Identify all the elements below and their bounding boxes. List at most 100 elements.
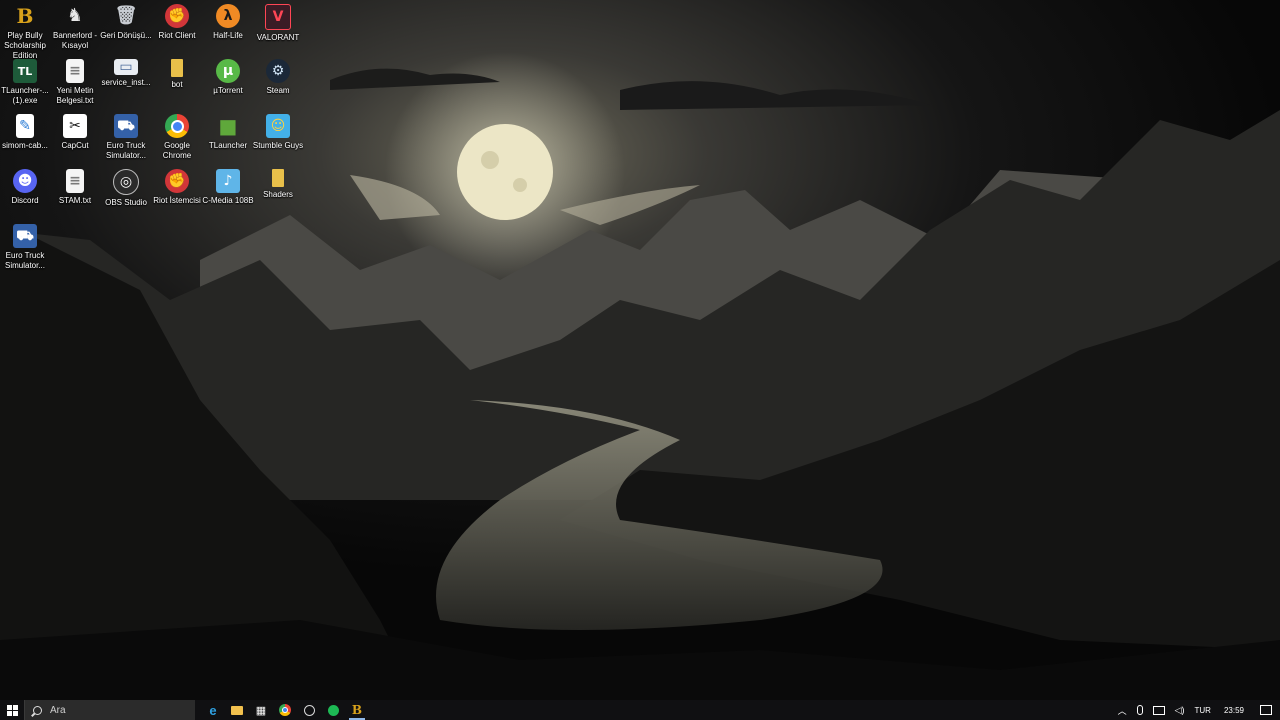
desktop-icon-label: Half-Life [213,31,243,40]
store-icon: ▦ [255,704,267,717]
desktop-icon-label: Riot Client [158,31,196,40]
steam-icon: ⚙ [266,59,290,83]
desktop-icon-label: Play Bully Scholarship Edition [4,31,46,60]
desktop-icon-label: Riot İstemcisi [153,196,201,205]
desktop-icon-capcut[interactable]: ✂ CapCut [50,114,100,151]
obs-icon: ◎ [113,169,139,195]
microphone-button[interactable] [1132,700,1148,720]
bully-icon: B [351,703,363,717]
desktop-icon-label: service_inst... [101,78,151,87]
valorant-icon: V [265,4,291,30]
desktop-icon-discord[interactable]: ☻ Discord [0,169,50,206]
file-explorer-icon [231,705,243,715]
utorrent-icon: µ [216,59,240,83]
desktop-icon-label: Stumble Guys [252,141,304,150]
taskbar-obs[interactable] [297,700,321,720]
language-indicator[interactable]: TUR [1190,700,1216,720]
desktop-icon-simom-cab[interactable]: ✎ simom-cab... [0,114,50,151]
chrome-center [170,119,184,133]
text-file-icon: ≡ [66,59,84,83]
desktop-icon-label: Yeni Metin Belgesi.txt [56,86,94,105]
search-input[interactable] [48,703,172,717]
desktop-icon-label: TLauncher [208,141,248,150]
desktop-icon-bannerlord[interactable]: ♞ Bannerlord - Kısayol [50,4,100,51]
taskbar-store[interactable]: ▦ [249,700,273,720]
c-media-icon: ♪ [216,169,240,193]
desktop-icon-label: STAM.txt [58,196,92,205]
desktop-icon-label: C-Media 108B [202,196,254,205]
desktop-icon-label: TLauncher-... (1).exe [1,86,49,105]
taskbar-file-explorer[interactable] [225,700,249,720]
desktop-wallpaper [0,0,1280,700]
volume-button[interactable]: ◁) [1170,700,1190,720]
desktop-icon-label: µTorrent [213,86,243,95]
desktop-icon-label: bot [171,80,183,89]
euro-truck-icon: ⛟ [13,224,37,248]
desktop-icon-service-installer[interactable]: ▭ service_inst... [101,59,151,88]
notification-icon [1260,705,1272,715]
taskbar-spotify[interactable] [321,700,345,720]
desktop-icon-utorrent[interactable]: µ µTorrent [203,59,253,96]
language-label: TUR [1194,705,1211,715]
desktop-icon-label: Shaders [263,190,293,199]
desktop-icon-riot-client[interactable]: ✊ Riot Client [152,4,202,41]
system-tray: ︿ ◁) TUR 23:59 [1113,700,1280,720]
folder-icon [171,59,183,77]
clock-time: 23:59 [1223,705,1244,715]
desktop-icon-euro-truck-2[interactable]: ⛟ Euro Truck Simulator... [0,224,50,271]
desktop-icon-google-chrome[interactable]: Google Chrome [152,114,202,161]
desktop-icon-label: Geri Dönüşü... [100,31,152,40]
desktop-icon-recycle-bin[interactable]: 🗑 Geri Dönüşü... [100,4,152,41]
tlauncher-icon: ■ [218,114,238,138]
desktop-icon-tlauncher-exe[interactable]: TL TLauncher-... (1).exe [0,59,50,106]
desktop-icon-label: Bannerlord - Kısayol [52,31,98,50]
spotify-icon [327,704,339,716]
speaker-icon: ◁) [1174,704,1185,715]
half-life-icon: λ [216,4,240,28]
desktop-icon-tlauncher[interactable]: ■ TLauncher [203,114,253,151]
taskbar-chrome[interactable] [273,700,297,720]
tlauncher-exe-icon: TL [13,59,37,83]
chevron-up-icon: ︿ [1117,705,1127,716]
desktop-icon-valorant[interactable]: V VALORANT [253,4,303,43]
desktop-icon-yeni-metin[interactable]: ≡ Yeni Metin Belgesi.txt [50,59,100,106]
desktop-icon-label: Euro Truck Simulator... [105,141,146,160]
file-icon: ✎ [16,114,34,138]
show-hidden-icons-button[interactable]: ︿ [1113,700,1132,720]
taskbar-search-box[interactable] [24,700,195,720]
desktop-icon-label: Google Chrome [162,141,192,160]
desktop-icon-shaders-folder[interactable]: Shaders [253,169,303,200]
chrome-icon [279,704,291,716]
bannerlord-icon: ♞ [66,5,84,26]
taskbar-edge[interactable]: e [201,700,225,720]
desktop-icon-steam[interactable]: ⚙ Steam [253,59,303,96]
clock[interactable]: 23:59 [1216,700,1252,720]
capcut-icon: ✂ [63,114,87,138]
chrome-icon [165,114,189,138]
desktop-icon-label: Euro Truck Simulator... [4,251,45,270]
taskbar: e ▦ B ︿ ◁) TUR 23:59 [0,700,1280,720]
desktop-icon-stumble-guys[interactable]: ☺ Stumble Guys [253,114,303,151]
installer-icon: ▭ [114,59,138,75]
desktop-icon-obs-studio[interactable]: ◎ OBS Studio [101,169,151,208]
desktop-icon-half-life[interactable]: λ Half-Life [203,4,253,41]
notifications-button[interactable] [1252,700,1280,720]
network-button[interactable] [1148,700,1170,720]
bully-icon: B [16,4,34,28]
desktop-icon-label: OBS Studio [105,198,147,207]
windows-logo-icon [6,704,18,716]
recycle-bin-icon: 🗑 [114,5,138,26]
desktop-icon-riot-istemcisi[interactable]: ✊ Riot İstemcisi [152,169,202,206]
desktop-icon-euro-truck[interactable]: ⛟ Euro Truck Simulator... [101,114,151,161]
discord-icon: ☻ [13,169,37,193]
desktop-icon-bot-folder[interactable]: bot [152,59,202,90]
riot-client-icon: ✊ [165,4,189,28]
desktop-icon-label: simom-cab... [2,141,48,150]
desktop-icon-bully[interactable]: B Play Bully Scholarship Edition [0,4,50,61]
taskbar-bully[interactable]: B [345,700,369,720]
desktop-icon-label: Discord [11,196,39,205]
desktop-icon-c-media[interactable]: ♪ C-Media 108B [202,169,254,206]
desktop-icon-stam-txt[interactable]: ≡ STAM.txt [50,169,100,206]
start-button[interactable] [0,700,24,720]
riot-client-icon: ✊ [165,169,189,193]
